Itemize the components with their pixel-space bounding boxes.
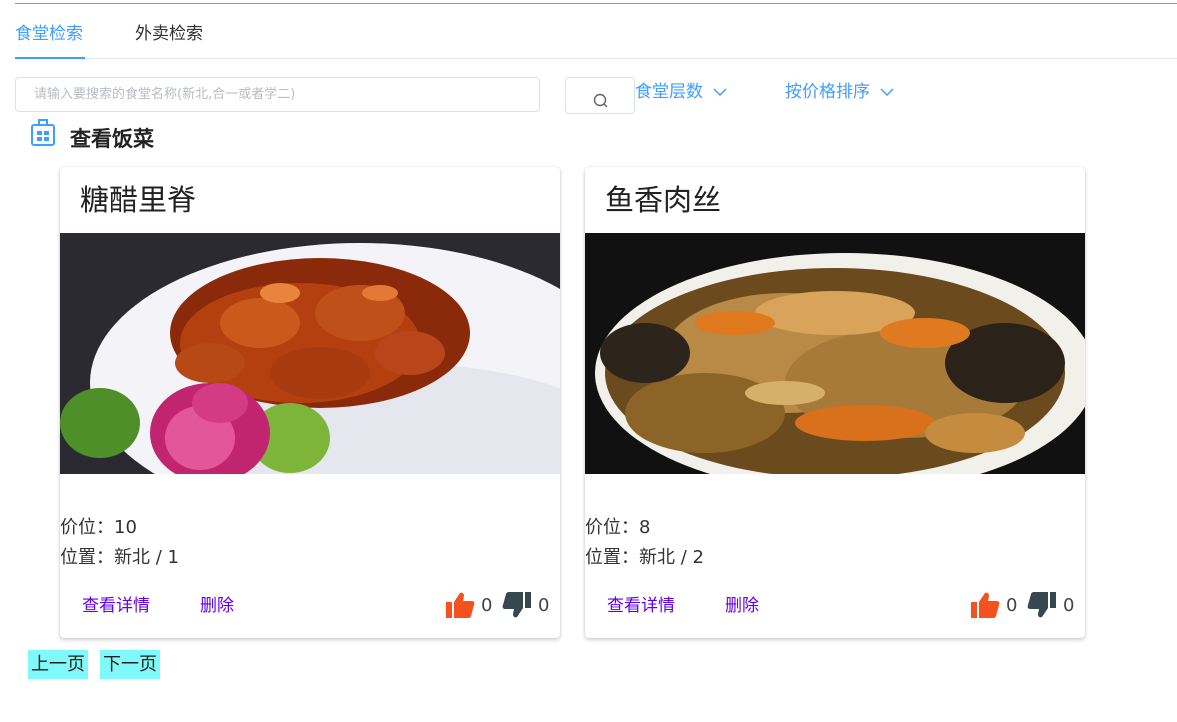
dislike-count: 0 <box>538 594 550 616</box>
dish-location: 位置：新北 / 1 <box>60 545 179 571</box>
like-control[interactable]: 0 <box>445 591 492 619</box>
location-label: 位置： <box>585 547 639 568</box>
dish-name: 鱼香肉丝 <box>605 183 722 217</box>
dish-name: 糖醋里脊 <box>80 183 197 217</box>
tab-active-indicator <box>15 57 85 59</box>
price-label: 价位： <box>60 517 114 538</box>
delete-button[interactable]: 删除 <box>725 594 759 618</box>
dish-image <box>60 233 560 474</box>
floor-dropdown[interactable]: 食堂层数 <box>635 80 727 104</box>
price-label: 价位： <box>585 517 639 538</box>
dish-price: 价位：10 <box>60 515 137 541</box>
search-input[interactable] <box>15 77 540 112</box>
tab-takeout-search[interactable]: 外卖检索 <box>135 22 203 46</box>
chevron-down-icon <box>713 88 727 97</box>
thumbs-down-icon[interactable] <box>502 591 532 619</box>
next-page-button[interactable]: 下一页 <box>100 650 160 679</box>
search-button[interactable] <box>565 77 635 114</box>
location-value: 新北 / 1 <box>114 547 179 568</box>
dislike-control[interactable]: 0 <box>502 591 549 619</box>
section-title: 查看饭菜 <box>70 127 154 151</box>
search-icon <box>593 93 608 108</box>
dish-card: 糖醋里脊 价位：10 位置：新北 / 1 查看详情 删除 0 0 <box>60 167 560 638</box>
like-count: 0 <box>481 594 493 616</box>
view-details-button[interactable]: 查看详情 <box>82 594 150 618</box>
dislike-count: 0 <box>1063 594 1075 616</box>
location-value: 新北 / 2 <box>639 547 704 568</box>
dish-card: 鱼香肉丝 价位：8 位置：新北 / 2 查看详情 删除 0 0 <box>585 167 1085 638</box>
dislike-control[interactable]: 0 <box>1027 591 1074 619</box>
delete-button[interactable]: 删除 <box>200 594 234 618</box>
dish-image <box>585 233 1085 474</box>
price-value: 10 <box>114 517 137 538</box>
view-details-button[interactable]: 查看详情 <box>607 594 675 618</box>
dish-price: 价位：8 <box>585 515 650 541</box>
thumbs-up-icon[interactable] <box>445 591 475 619</box>
chevron-down-icon <box>880 88 894 97</box>
price-sort-dropdown[interactable]: 按价格排序 <box>785 80 894 104</box>
like-control[interactable]: 0 <box>970 591 1017 619</box>
price-sort-dropdown-label: 按价格排序 <box>785 82 870 102</box>
dish-location: 位置：新北 / 2 <box>585 545 704 571</box>
building-icon <box>31 119 55 146</box>
prev-page-button[interactable]: 上一页 <box>28 650 88 679</box>
location-label: 位置： <box>60 547 114 568</box>
thumbs-up-icon[interactable] <box>970 591 1000 619</box>
thumbs-down-icon[interactable] <box>1027 591 1057 619</box>
price-value: 8 <box>639 517 651 538</box>
top-divider <box>15 3 1177 4</box>
like-count: 0 <box>1006 594 1018 616</box>
floor-dropdown-label: 食堂层数 <box>635 82 703 102</box>
tab-canteen-search[interactable]: 食堂检索 <box>15 22 83 46</box>
tab-bar: 食堂检索 外卖检索 <box>15 22 1177 59</box>
